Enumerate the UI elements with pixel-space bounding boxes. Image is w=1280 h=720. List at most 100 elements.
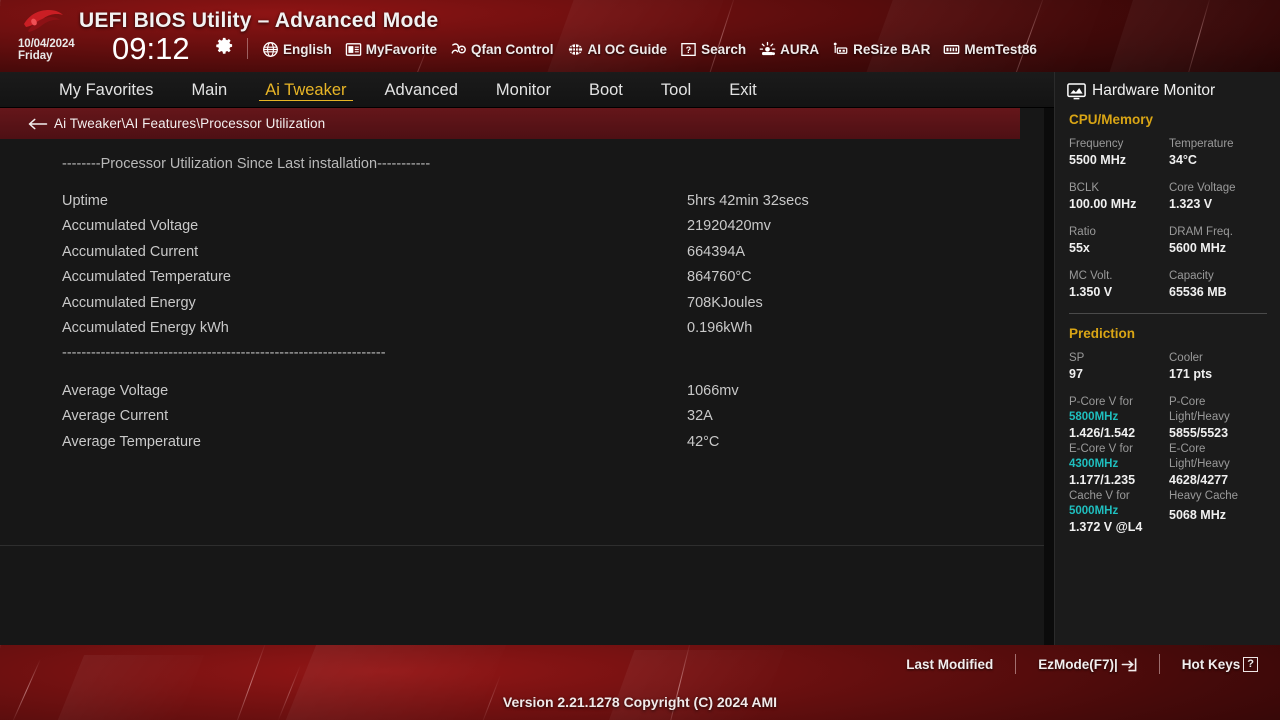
tab-boot[interactable]: Boot [570, 72, 642, 108]
cell-label: MC Volt. [1069, 270, 1113, 282]
toolbar-item-myfavorite[interactable]: MyFavorite [345, 38, 437, 60]
cell-label-2: Light/Heavy [1169, 411, 1230, 423]
section-divider-row: ----------------------------------------… [0, 341, 1044, 366]
tab-monitor[interactable]: Monitor [477, 72, 570, 108]
cell-value: 5855/5523 [1169, 426, 1229, 440]
cell-label-frequency: 5000MHz [1069, 505, 1119, 517]
cell-label: DRAM Freq. [1169, 226, 1233, 238]
sidebar-cell-bclk: BCLK 100.00 MHz [1069, 181, 1169, 213]
footer-separator [1158, 654, 1160, 674]
tab-exit[interactable]: Exit [710, 72, 776, 108]
cell-label: BCLK [1069, 182, 1100, 194]
prediction-detail-grid: P-Core V for 5800MHz 1.426/1.542 P-Core … [1069, 395, 1269, 536]
sidebar-title: Hardware Monitor [1092, 82, 1216, 99]
clock-display: 09:12 [112, 31, 190, 66]
row-value: 708KJoules [687, 294, 763, 311]
cell-value: 97 [1069, 367, 1083, 381]
sidebar-cell-dram-freq: DRAM Freq. 5600 MHz [1169, 225, 1269, 257]
panel-gap [1044, 108, 1054, 645]
row-value: 5hrs 42min 32secs [687, 193, 809, 210]
cell-label: P-Core V for [1069, 396, 1133, 408]
gear-icon[interactable] [215, 36, 234, 55]
cell-label-2: Light/Heavy [1169, 458, 1230, 470]
weekday-label: Friday [18, 50, 53, 62]
datetime-display: 10/04/2024 Friday [18, 38, 114, 62]
row-uptime[interactable]: Uptime 5hrs 42min 32secs [0, 188, 1044, 213]
fan-icon [451, 42, 466, 54]
row-accumulated-voltage[interactable]: Accumulated Voltage 21920420mv [0, 214, 1044, 239]
tab-ai-tweaker[interactable]: Ai Tweaker [246, 72, 365, 108]
toolbar-item-search[interactable]: ? Search [680, 38, 746, 60]
toolbar-item-ai-oc-guide[interactable]: AI OC Guide [567, 38, 667, 60]
row-accumulated-temperature[interactable]: Accumulated Temperature 864760°C [0, 265, 1044, 290]
sidebar-pair: Ratio 55x DRAM Freq. 5600 MHz [1069, 225, 1269, 257]
cell-value: 1.426/1.542 [1069, 426, 1136, 440]
toolbar-label: MyFavorite [365, 41, 438, 57]
row-label: Accumulated Voltage [62, 218, 199, 235]
sidebar-pair: Frequency 5500 MHz Temperature 34°C [1069, 137, 1269, 169]
row-label: Average Current [62, 408, 169, 425]
toolbar-label: Search [701, 41, 747, 57]
cell-label-frequency: 4300MHz [1069, 458, 1119, 470]
row-accumulated-energy-kwh[interactable]: Accumulated Energy kWh 0.196kWh [0, 315, 1044, 340]
header-decoration [1107, 0, 1280, 72]
toolbar-item-english[interactable]: English [262, 38, 332, 60]
sidebar-divider [1069, 313, 1267, 314]
toolbar-label: ReSize BAR [853, 41, 931, 57]
toolbar-item-aura[interactable]: AURA [759, 38, 819, 60]
tab-tool[interactable]: Tool [642, 72, 710, 108]
breadcrumb[interactable]: Ai Tweaker\AI Features\Processor Utiliza… [0, 108, 1020, 139]
back-button[interactable] [28, 117, 54, 131]
row-label: Accumulated Temperature [62, 269, 231, 286]
hot-keys-button[interactable]: Hot Keys ? [1181, 656, 1258, 672]
cell-value: 1.372 V @L4 [1069, 520, 1143, 534]
tab-advanced[interactable]: Advanced [366, 72, 477, 108]
arrow-left-icon [28, 118, 48, 129]
cell-label: Cache V for [1069, 490, 1130, 502]
toolbar-label: AURA [780, 41, 820, 57]
row-value: 0.196kWh [687, 320, 753, 337]
last-modified-button[interactable]: Last Modified [906, 657, 993, 672]
row-accumulated-energy[interactable]: Accumulated Energy 708KJoules [0, 290, 1044, 315]
header-toolbar: English MyFavorite Qfan Control AI OC Gu… [262, 38, 1037, 60]
footer-streak [277, 665, 301, 720]
question-box-icon: ? [1243, 656, 1258, 672]
section-divider-label: ----------------------------------------… [62, 345, 386, 362]
app-header: UEFI BIOS Utility – Advanced Mode 10/04/… [0, 0, 1280, 72]
svg-text:?: ? [686, 44, 691, 54]
sidebar-cell-cache-voltage: Cache V for 5000MHz 1.372 V @L4 [1069, 489, 1169, 536]
row-label: Accumulated Current [62, 243, 199, 260]
sidebar-cell-ratio: Ratio 55x [1069, 225, 1169, 257]
row-label: Accumulated Energy [62, 294, 196, 311]
toolbar-item-qfan-control[interactable]: Qfan Control [450, 38, 554, 60]
tab-main[interactable]: Main [172, 72, 246, 108]
sidebar-cell-heavy-cache: Heavy Cache 5068 MHz [1169, 489, 1269, 536]
sidebar-cell-frequency: Frequency 5500 MHz [1069, 137, 1169, 169]
row-accumulated-current[interactable]: Accumulated Current 664394A [0, 239, 1044, 264]
row-value: 664394A [687, 243, 746, 260]
tab-my-favorites[interactable]: My Favorites [40, 72, 172, 108]
hot-keys-label: Hot Keys [1181, 656, 1241, 672]
toolbar-item-memtest86[interactable]: MemTest86 [943, 38, 1037, 60]
settings-list: --------Processor Utilization Since Last… [0, 139, 1044, 454]
cell-value: 171 pts [1169, 367, 1213, 381]
toolbar-item-resize-bar[interactable]: ReSize BAR [832, 38, 930, 60]
row-label: Accumulated Energy kWh [62, 320, 229, 337]
resize-bar-icon [833, 42, 848, 54]
row-label: Uptime [62, 193, 108, 210]
row-average-voltage[interactable]: Average Voltage 1066mv [0, 378, 1044, 403]
row-label: Average Voltage [62, 382, 169, 399]
toolbar-label: MemTest86 [964, 41, 1037, 57]
cell-value: 34°C [1169, 153, 1197, 167]
row-average-current[interactable]: Average Current 32A [0, 404, 1044, 429]
ezmode-button[interactable]: EzMode(F7)| [1038, 657, 1137, 672]
cell-label: Heavy Cache [1169, 490, 1239, 502]
sidebar-cell-ecore-voltage: E-Core V for 4300MHz 1.177/1.235 [1069, 442, 1169, 489]
content-divider [0, 545, 1044, 546]
row-average-temperature[interactable]: Average Temperature 42°C [0, 429, 1044, 454]
sidebar-body: CPU/Memory Frequency 5500 MHz Temperatur… [1055, 112, 1280, 536]
